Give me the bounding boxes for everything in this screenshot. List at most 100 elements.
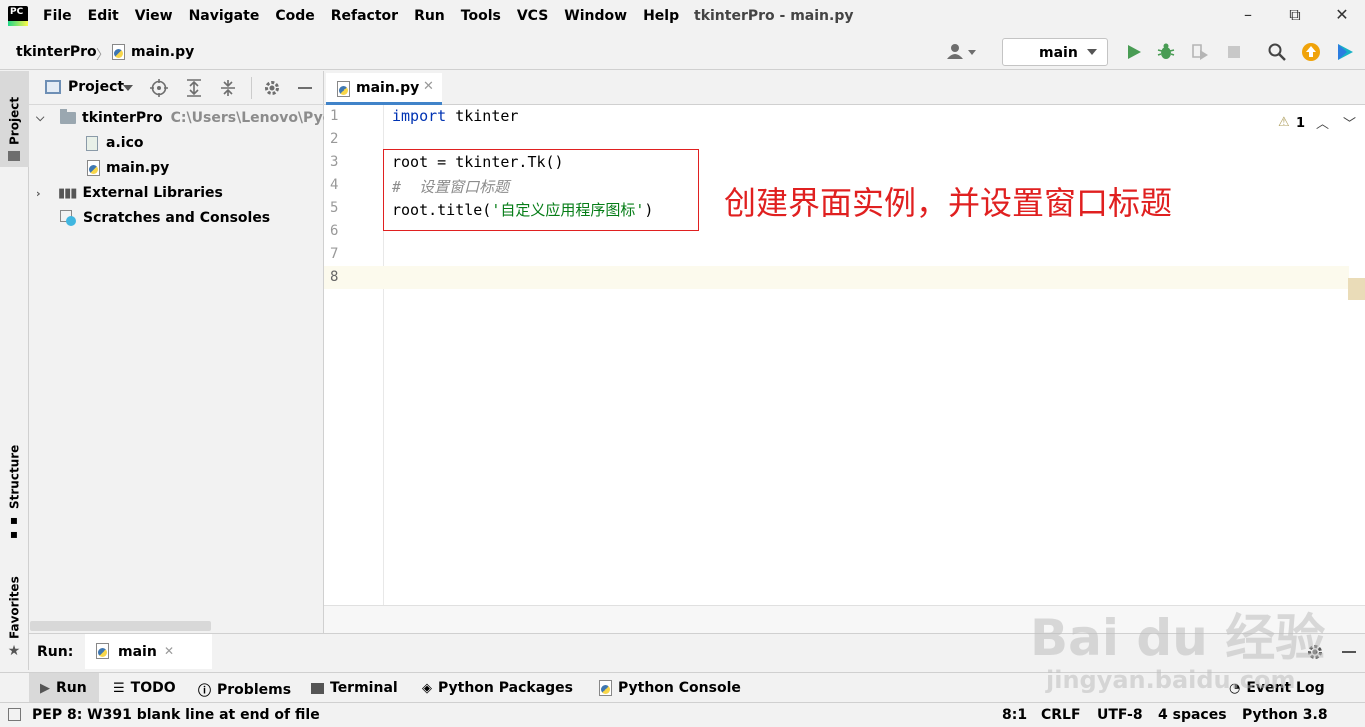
watermark-brand: Bai du 经验 (1030, 609, 1326, 667)
python-file-icon (86, 160, 100, 176)
chevron-down-icon (1087, 49, 1097, 55)
project-view-select[interactable]: Project (68, 79, 124, 95)
user-icon[interactable] (946, 42, 980, 62)
tree-item-external-libraries[interactable]: › ▮▮▮ External Libraries (36, 182, 223, 204)
main-menu: File Edit View Navigate Code Refactor Ru… (43, 8, 695, 24)
current-line-highlight (384, 266, 1349, 289)
status-message[interactable]: PEP 8: W391 blank line at end of file (32, 707, 320, 723)
gear-icon[interactable] (263, 79, 281, 97)
line-number: 2 (330, 131, 339, 147)
python-interpreter[interactable]: Python 3.8 (1242, 707, 1328, 723)
window-title: tkinterPro - main.py (694, 8, 854, 24)
jetbrains-toolbox-icon[interactable] (1335, 42, 1355, 62)
menu-run[interactable]: Run (414, 8, 445, 24)
chevron-down-icon[interactable] (123, 85, 133, 91)
editor-tab-bar (324, 71, 1365, 105)
hide-panel-icon[interactable] (1342, 651, 1356, 653)
close-tab-icon[interactable]: ✕ (164, 644, 174, 658)
project-panel-header: Project (29, 71, 324, 105)
expand-all-icon[interactable] (185, 79, 203, 97)
file-encoding[interactable]: UTF-8 (1097, 707, 1143, 723)
menu-refactor[interactable]: Refactor (331, 8, 398, 24)
run-panel-label: Run: (37, 644, 74, 660)
left-tool-stripe: Project ▪▪ Structure ★ Favorites (0, 71, 29, 670)
divider (251, 77, 252, 99)
restore-button[interactable]: ⧉ (1283, 4, 1307, 26)
close-tab-icon[interactable]: ✕ (423, 79, 434, 94)
run-tab-main[interactable]: main (118, 644, 157, 660)
toggle-tool-windows-icon[interactable] (8, 708, 21, 721)
chevron-down-icon[interactable]: ⌵ (36, 111, 50, 125)
editor-tab-main-py[interactable]: main.py ✕ (326, 73, 442, 105)
coverage-icon[interactable] (1190, 42, 1210, 62)
list-icon: ☰ (113, 680, 125, 696)
tool-tab-todo[interactable]: ☰ TODO (113, 680, 176, 696)
warning-count[interactable]: 1 (1296, 116, 1305, 131)
tool-tab-terminal[interactable]: Terminal (311, 680, 398, 696)
search-icon[interactable] (1267, 42, 1287, 62)
locate-icon[interactable] (150, 79, 168, 97)
structure-tool-tab[interactable]: ▪▪ Structure (0, 445, 29, 547)
info-icon: ⓘ (198, 684, 212, 699)
pycharm-logo-icon: PC (8, 6, 28, 26)
tree-item-scratches[interactable]: Scratches and Consoles (60, 207, 270, 229)
project-path: C:\Users\Lenovo\Pyc (170, 110, 331, 126)
minimize-button[interactable]: – (1236, 4, 1260, 26)
menu-tools[interactable]: Tools (461, 8, 501, 24)
line-separator[interactable]: CRLF (1041, 707, 1081, 723)
line-number: 6 (330, 223, 339, 239)
indent-setting[interactable]: 4 spaces (1158, 707, 1227, 723)
menu-window[interactable]: Window (564, 8, 627, 24)
update-icon[interactable] (1301, 42, 1321, 62)
menu-code[interactable]: Code (275, 8, 314, 24)
next-highlight-icon[interactable]: ﹀ (1343, 113, 1356, 132)
tool-tab-run[interactable]: ▶ Run (40, 680, 87, 696)
project-view-icon (45, 80, 61, 94)
menu-file[interactable]: File (43, 8, 72, 24)
tool-tab-problems[interactable]: ⓘ Problems (198, 680, 291, 700)
menu-edit[interactable]: Edit (88, 8, 119, 24)
layers-icon: ◈ (422, 680, 432, 696)
line-number: 1 (330, 108, 339, 124)
menu-view[interactable]: View (135, 8, 173, 24)
terminal-icon (311, 682, 324, 694)
tree-item-file[interactable]: a.ico (86, 132, 143, 154)
tree-item-project-root[interactable]: ⌵ tkinterPro C:\Users\Lenovo\Pyc (36, 107, 331, 129)
folder-icon (8, 151, 21, 161)
hide-panel-icon[interactable] (298, 87, 312, 89)
breadcrumb-project[interactable]: tkinterPro (16, 44, 97, 60)
menu-navigate[interactable]: Navigate (189, 8, 260, 24)
run-configuration-select[interactable]: main (1002, 38, 1108, 66)
previous-highlight-icon[interactable]: ︿ (1316, 113, 1329, 132)
favorites-tool-tab[interactable]: ★ Favorites (0, 565, 29, 665)
structure-icon: ▪▪ (7, 513, 22, 541)
close-button[interactable]: ✕ (1330, 4, 1354, 26)
run-icon[interactable] (1124, 42, 1144, 62)
chevron-right-icon[interactable]: › (36, 187, 50, 200)
annotation-box (383, 149, 699, 231)
python-file-icon (336, 81, 350, 97)
stop-icon[interactable] (1224, 42, 1244, 62)
python-icon (95, 643, 109, 659)
menu-help[interactable]: Help (643, 8, 679, 24)
collapse-all-icon[interactable] (219, 79, 237, 97)
scrollbar-marker[interactable] (1348, 278, 1365, 300)
line-number: 4 (330, 177, 339, 193)
project-panel (29, 71, 324, 633)
debug-icon[interactable] (1156, 42, 1176, 62)
horizontal-scrollbar[interactable] (30, 621, 211, 631)
tool-tab-python-console[interactable]: Python Console (598, 680, 741, 696)
breadcrumb-file[interactable]: main.py (131, 44, 194, 60)
project-tool-tab[interactable]: Project (0, 71, 29, 167)
breadcrumb-separator-icon: 〉 (96, 48, 110, 63)
warning-icon[interactable]: ⚠ (1278, 115, 1290, 130)
watermark-url: jingyan.baidu.com (1046, 666, 1296, 694)
star-icon: ★ (6, 643, 23, 659)
tree-item-file[interactable]: main.py (86, 157, 169, 179)
library-icon: ▮▮▮ (58, 185, 77, 201)
line-number: 8 (330, 269, 339, 285)
caret-position[interactable]: 8:1 (1002, 707, 1027, 723)
menu-vcs[interactable]: VCS (517, 8, 548, 24)
tool-tab-python-packages[interactable]: ◈ Python Packages (422, 680, 573, 696)
line-number: 7 (330, 246, 339, 262)
